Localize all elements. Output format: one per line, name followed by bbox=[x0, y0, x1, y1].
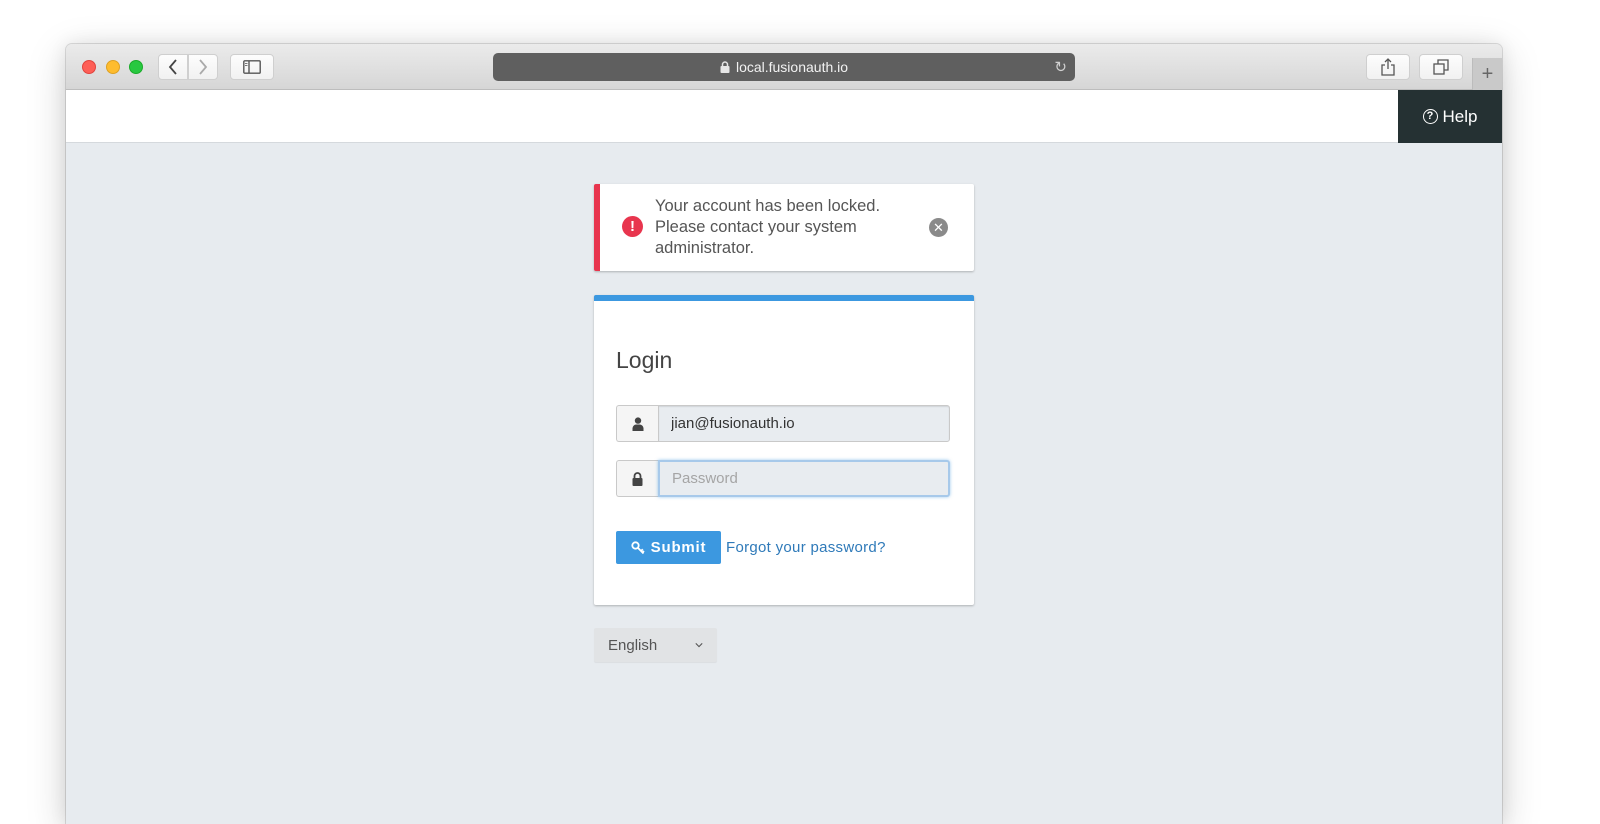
plus-icon: + bbox=[1481, 62, 1494, 85]
login-panel: Login Submit Forgot your password? bbox=[594, 295, 974, 605]
chevron-left-icon bbox=[168, 59, 177, 75]
password-field[interactable] bbox=[658, 460, 950, 497]
question-circle-icon: ? bbox=[1422, 109, 1438, 124]
browser-toolbar: local.fusionauth.io ↻ + bbox=[66, 44, 1502, 90]
lock-icon bbox=[632, 471, 643, 486]
login-title: Login bbox=[616, 347, 673, 373]
minimize-window-button[interactable] bbox=[106, 60, 120, 74]
back-button[interactable] bbox=[158, 54, 188, 80]
reload-icon[interactable]: ↻ bbox=[1054, 58, 1067, 76]
error-alert: ! Your account has been locked. Please c… bbox=[594, 184, 974, 271]
page-header: ? Help bbox=[66, 90, 1502, 143]
sidebar-icon bbox=[243, 60, 261, 74]
chevron-down-icon bbox=[695, 643, 703, 648]
key-icon bbox=[631, 540, 645, 554]
new-tab-button[interactable]: + bbox=[1472, 58, 1502, 90]
login-field[interactable] bbox=[658, 405, 950, 442]
login-input-group bbox=[616, 405, 950, 442]
chevron-right-icon bbox=[199, 59, 208, 75]
url-text: local.fusionauth.io bbox=[735, 59, 849, 75]
help-label: Help bbox=[1442, 106, 1478, 126]
exclamation-circle-icon: ! bbox=[622, 216, 643, 237]
submit-button[interactable]: Submit bbox=[616, 531, 721, 564]
page-content: ? Help ! Your account has been locked. P… bbox=[66, 90, 1502, 824]
close-icon: ✕ bbox=[933, 220, 944, 235]
submit-label: Submit bbox=[650, 539, 707, 556]
tab-overview-button[interactable] bbox=[1419, 54, 1463, 80]
lock-icon bbox=[720, 61, 730, 73]
address-bar[interactable]: local.fusionauth.io ↻ bbox=[493, 53, 1075, 81]
help-button[interactable]: ? Help bbox=[1398, 90, 1502, 143]
login-addon bbox=[616, 405, 658, 442]
password-addon bbox=[616, 460, 658, 497]
locale-select[interactable]: English bbox=[594, 628, 717, 662]
tabs-overview-icon bbox=[1433, 59, 1449, 75]
forward-button[interactable] bbox=[188, 54, 218, 80]
close-window-button[interactable] bbox=[82, 60, 96, 74]
zoom-window-button[interactable] bbox=[129, 60, 143, 74]
user-icon bbox=[632, 416, 643, 431]
sidebar-toggle-button[interactable] bbox=[230, 54, 274, 80]
dismiss-alert-button[interactable]: ✕ bbox=[929, 218, 948, 237]
forgot-password-link[interactable]: Forgot your password? bbox=[726, 539, 886, 556]
share-icon bbox=[1381, 58, 1395, 76]
alert-message: Your account has been locked. Please con… bbox=[655, 197, 881, 257]
locale-selected: English bbox=[608, 636, 658, 654]
password-input-group bbox=[616, 460, 950, 497]
share-button[interactable] bbox=[1366, 54, 1410, 80]
browser-window: local.fusionauth.io ↻ + ? Help ! Your ac… bbox=[66, 44, 1502, 824]
